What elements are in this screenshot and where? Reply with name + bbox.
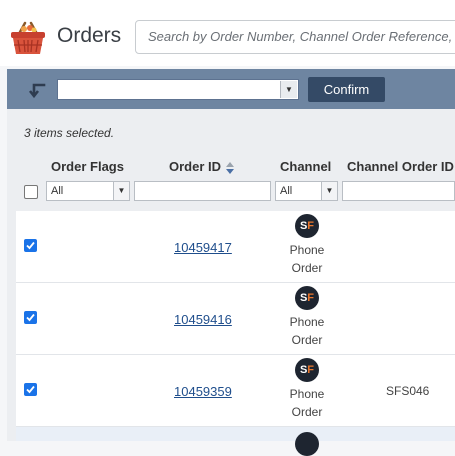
- column-header-order-id[interactable]: Order ID: [169, 159, 235, 175]
- return-arrow-icon[interactable]: [26, 79, 48, 101]
- chevron-down-icon[interactable]: ▼: [113, 182, 129, 200]
- bulk-action-select[interactable]: ▼: [57, 79, 299, 100]
- channel-filter[interactable]: All ▼: [275, 181, 338, 201]
- check-icon: [26, 385, 35, 394]
- row-checkbox[interactable]: [24, 311, 37, 324]
- channel-badge: [295, 432, 319, 456]
- column-header-order-flags[interactable]: Order Flags: [51, 159, 124, 174]
- row-checkbox[interactable]: [24, 383, 37, 396]
- channel-badge: SF: [295, 214, 319, 238]
- order-id-filter[interactable]: [134, 181, 271, 201]
- order-id-link[interactable]: 10459416: [174, 312, 232, 327]
- check-icon: [26, 241, 35, 250]
- channel-name: Phone Order: [289, 243, 325, 275]
- check-icon: [26, 313, 35, 322]
- table-row[interactable]: 10459417 SF Phone Order: [16, 211, 455, 283]
- channel-badge: SF: [295, 358, 319, 382]
- bulk-action-toolbar: ▼ Confirm: [7, 69, 455, 109]
- channel-name: Phone Order: [289, 387, 325, 419]
- chevron-down-icon[interactable]: ▼: [321, 182, 337, 200]
- chevron-down-icon[interactable]: ▼: [280, 81, 297, 98]
- search-input[interactable]: [148, 29, 455, 44]
- order-id-link[interactable]: 10459359: [174, 384, 232, 399]
- row-checkbox[interactable]: [24, 239, 37, 252]
- channel-order-id: SFS046: [386, 384, 430, 398]
- basket-icon: [11, 21, 45, 54]
- page-title: Orders: [57, 24, 122, 47]
- order-flags-filter[interactable]: All ▼: [46, 181, 130, 201]
- table-row[interactable]: 10459359 SF Phone Order SFS046: [16, 355, 455, 427]
- column-header-order-id-label: Order ID: [169, 159, 222, 174]
- column-header-channel[interactable]: Channel: [280, 159, 331, 174]
- order-flags-filter-value: All: [51, 185, 64, 197]
- table-row[interactable]: 10459416 SF Phone Order: [16, 283, 455, 355]
- sort-icon[interactable]: [225, 161, 235, 175]
- channel-order-id-filter[interactable]: [342, 181, 455, 201]
- channel-filter-value: All: [280, 185, 293, 197]
- channel-badge: SF: [295, 286, 319, 310]
- column-header-channel-order-id[interactable]: Channel Order ID: [347, 159, 454, 174]
- selection-count: 3 items selected.: [24, 126, 115, 140]
- channel-name: Phone Order: [289, 315, 325, 347]
- top-bar: Orders: [0, 0, 455, 66]
- search-field[interactable]: [135, 20, 455, 54]
- confirm-button[interactable]: Confirm: [308, 77, 385, 102]
- order-id-link[interactable]: 10459417: [174, 240, 232, 255]
- select-all-checkbox[interactable]: [24, 185, 38, 199]
- table-row[interactable]: [16, 427, 455, 456]
